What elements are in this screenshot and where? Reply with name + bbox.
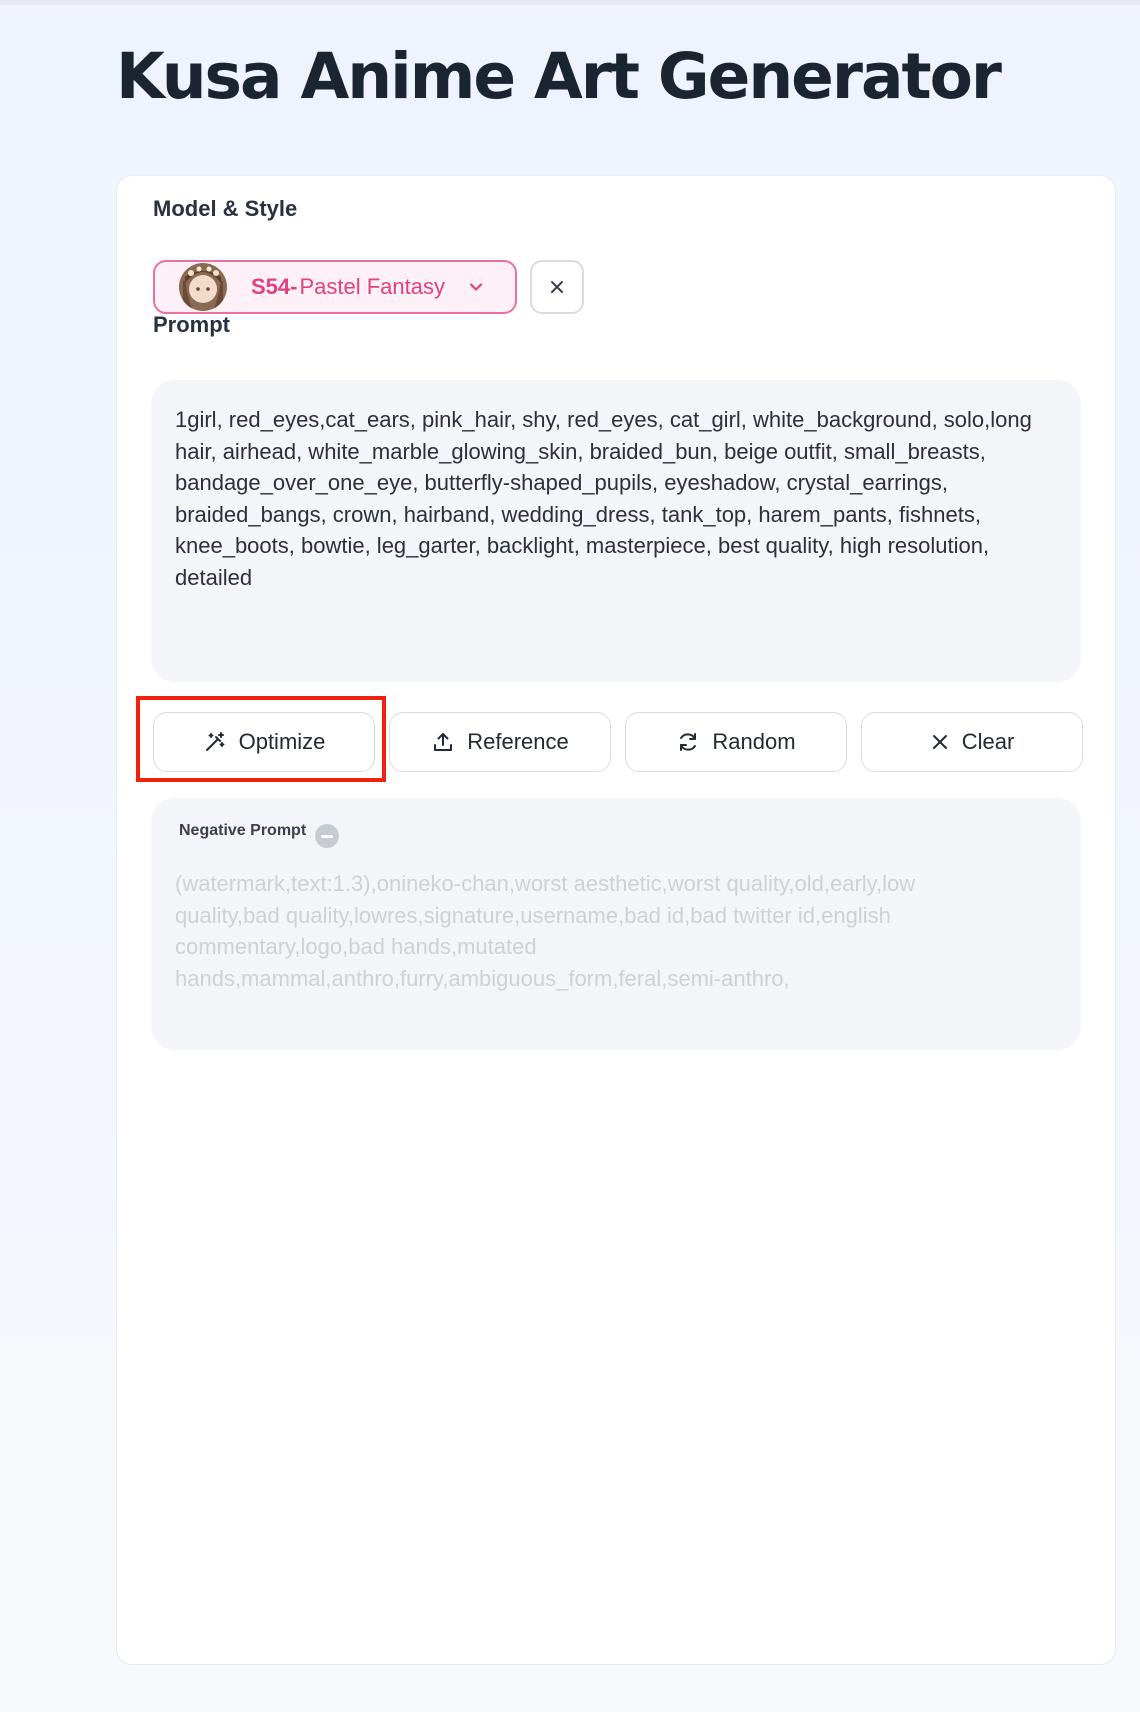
model-style-label: Model & Style bbox=[153, 196, 298, 221]
clear-model-button[interactable] bbox=[530, 260, 584, 314]
top-border bbox=[0, 0, 1140, 5]
negative-prompt-panel: Negative Prompt (watermark,text:1.3),oni… bbox=[151, 798, 1081, 1050]
clear-prompt-button[interactable]: Clear bbox=[861, 712, 1083, 772]
model-avatar bbox=[179, 263, 227, 311]
reference-label: Reference bbox=[467, 729, 569, 754]
generator-card: Model & Style S54- Pastel Fantasy Prompt… bbox=[116, 175, 1116, 1665]
chevron-down-icon bbox=[467, 278, 485, 296]
model-code: S54- bbox=[251, 274, 298, 299]
page-title: Kusa Anime Art Generator bbox=[116, 40, 1002, 113]
optimize-highlight-box bbox=[136, 696, 386, 782]
clear-label: Clear bbox=[961, 729, 1015, 754]
negative-prompt-label: Negative Prompt bbox=[179, 822, 307, 839]
close-icon bbox=[548, 278, 566, 296]
minus-circle-icon[interactable] bbox=[315, 824, 339, 848]
close-icon bbox=[930, 732, 950, 752]
prompt-textarea[interactable]: 1girl, red_eyes,cat_ears, pink_hair, shy… bbox=[151, 380, 1081, 682]
random-label: Random bbox=[712, 729, 796, 754]
model-style-select[interactable]: S54- Pastel Fantasy bbox=[153, 260, 517, 314]
upload-icon bbox=[431, 730, 455, 754]
reference-button[interactable]: Reference bbox=[389, 712, 611, 772]
refresh-icon bbox=[676, 730, 700, 754]
prompt-label: Prompt bbox=[153, 312, 230, 337]
random-button[interactable]: Random bbox=[625, 712, 847, 772]
negative-prompt-textarea[interactable]: (watermark,text:1.3),onineko-chan,worst … bbox=[175, 868, 965, 994]
model-name: Pastel Fantasy bbox=[299, 274, 445, 299]
